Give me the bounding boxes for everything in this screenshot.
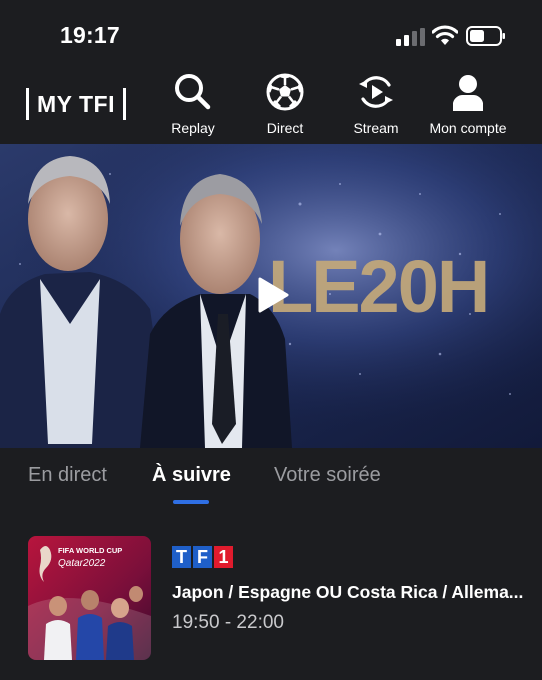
nav-mon-compte[interactable]: Mon compte: [418, 72, 518, 136]
hero-show-logo: LE20H: [268, 245, 488, 328]
nav-replay[interactable]: Replay: [143, 72, 243, 136]
battery-icon: [466, 26, 505, 46]
nav-stream-label: Stream: [353, 120, 399, 136]
active-tab-indicator: [173, 500, 209, 504]
program-list-item[interactable]: FIFA WORLD CUP Qatar2022 T F 1 Japon / E…: [0, 512, 542, 680]
nav-mon-compte-label: Mon compte: [429, 120, 507, 136]
tf1-channel-logo: T F 1: [172, 546, 235, 568]
program-time: 19:50 - 22:00: [172, 612, 284, 633]
status-time: 19:17: [60, 22, 120, 48]
nav-stream[interactable]: Stream: [326, 72, 426, 136]
top-navigation: MY TFI Replay Direct Stream Mon compte: [0, 66, 542, 144]
nav-direct-label: Direct: [266, 120, 304, 136]
stream-icon: [359, 76, 393, 108]
tab-en-direct[interactable]: En direct: [28, 464, 107, 487]
soccer-ball-icon: [266, 73, 304, 111]
wifi-icon: [432, 25, 458, 45]
status-bar: 19:17: [0, 0, 542, 66]
search-icon: [175, 74, 211, 110]
cellular-signal-icon: [396, 28, 425, 46]
mytf1-logo[interactable]: MY TFI: [26, 86, 126, 122]
thumb-qatar-text: Qatar2022: [58, 558, 106, 569]
hero-banner[interactable]: LE20H: [0, 144, 542, 448]
nav-replay-label: Replay: [171, 120, 215, 136]
program-title: Japon / Espagne OU Costa Rica / Allema..…: [172, 582, 524, 602]
logo-text: MY TFI: [37, 90, 115, 117]
play-icon[interactable]: [256, 276, 290, 314]
tab-votre-soiree[interactable]: Votre soirée: [274, 464, 381, 487]
program-thumbnail[interactable]: FIFA WORLD CUP Qatar2022: [28, 536, 151, 660]
schedule-tabs: En direct À suivre Votre soirée: [0, 448, 542, 512]
nav-direct[interactable]: Direct: [235, 72, 335, 136]
tab-a-suivre[interactable]: À suivre: [152, 464, 231, 487]
thumb-fifa-text: FIFA WORLD CUP: [58, 546, 122, 555]
user-icon: [453, 75, 483, 111]
